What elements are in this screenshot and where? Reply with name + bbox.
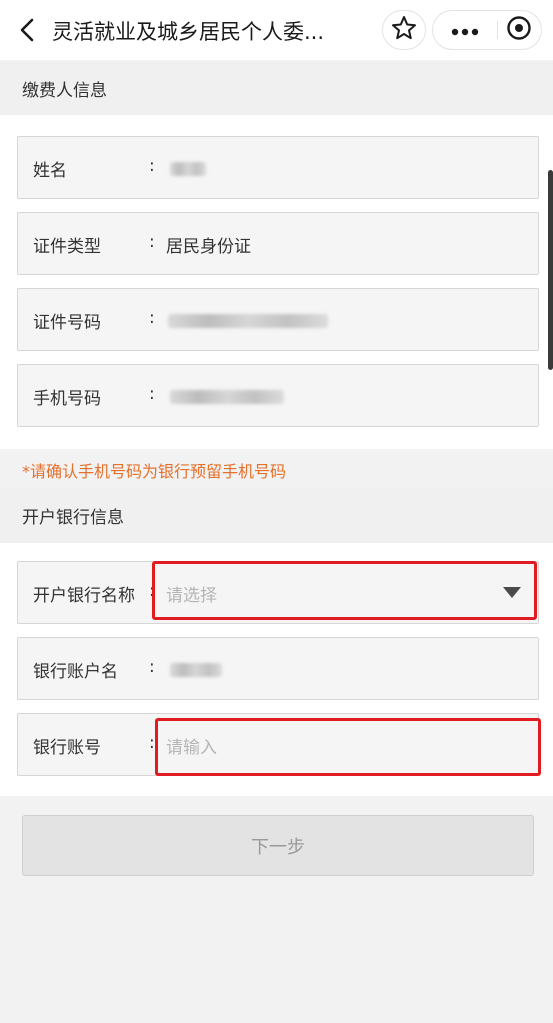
name-label: 姓名 <box>33 161 67 181</box>
bank-name-highlight-box <box>152 561 537 620</box>
name-field: 姓名 : <box>17 136 539 199</box>
phone-warning-text: *请确认手机号码为银行预留手机号码 <box>22 462 287 481</box>
page-title: 灵活就业及城乡居民个人委... <box>52 20 325 44</box>
id-type-field: 证件类型 : 居民身份证 <box>17 212 539 275</box>
scrollbar-thumb[interactable] <box>548 170 553 370</box>
star-icon <box>391 15 417 45</box>
id-type-value: 居民身份证 <box>166 237 251 257</box>
account-number-highlight-box <box>155 718 541 776</box>
id-number-value-redacted <box>168 314 328 328</box>
payer-section-header: 缴费人信息 <box>0 62 553 115</box>
favorite-button[interactable] <box>382 10 426 50</box>
id-number-label: 证件号码 <box>33 313 101 333</box>
id-type-label: 证件类型 <box>33 237 101 257</box>
bank-section-header: 开户银行信息 <box>0 487 553 543</box>
payer-section-title: 缴费人信息 <box>22 81 107 101</box>
close-button[interactable] <box>497 11 541 49</box>
id-type-colon: : <box>149 232 155 252</box>
phone-field: 手机号码 : <box>17 364 539 427</box>
phone-colon: : <box>149 384 155 404</box>
more-button[interactable] <box>443 11 487 49</box>
phone-label: 手机号码 <box>33 389 101 409</box>
account-number-colon: : <box>149 733 155 753</box>
id-number-field: 证件号码 : <box>17 288 539 351</box>
target-close-icon <box>506 15 532 45</box>
back-chevron-icon[interactable] <box>16 18 40 42</box>
phone-value-redacted <box>170 390 284 404</box>
bank-name-label: 开户银行名称 <box>33 586 135 606</box>
more-dots-icon <box>451 21 479 40</box>
account-name-colon: : <box>149 657 155 677</box>
account-number-label: 银行账号 <box>33 738 101 758</box>
name-colon: : <box>149 156 155 176</box>
name-value-redacted <box>170 162 206 176</box>
bank-section-title: 开户银行信息 <box>22 507 124 528</box>
account-name-field: 银行账户名 : <box>17 637 539 700</box>
top-nav-bar: 灵活就业及城乡居民个人委... <box>0 0 553 60</box>
account-name-label: 银行账户名 <box>33 662 118 682</box>
mini-program-capsule <box>432 10 542 50</box>
account-name-value-redacted <box>170 663 222 677</box>
id-number-colon: : <box>149 308 155 328</box>
next-step-button[interactable]: 下一步 <box>22 815 534 876</box>
